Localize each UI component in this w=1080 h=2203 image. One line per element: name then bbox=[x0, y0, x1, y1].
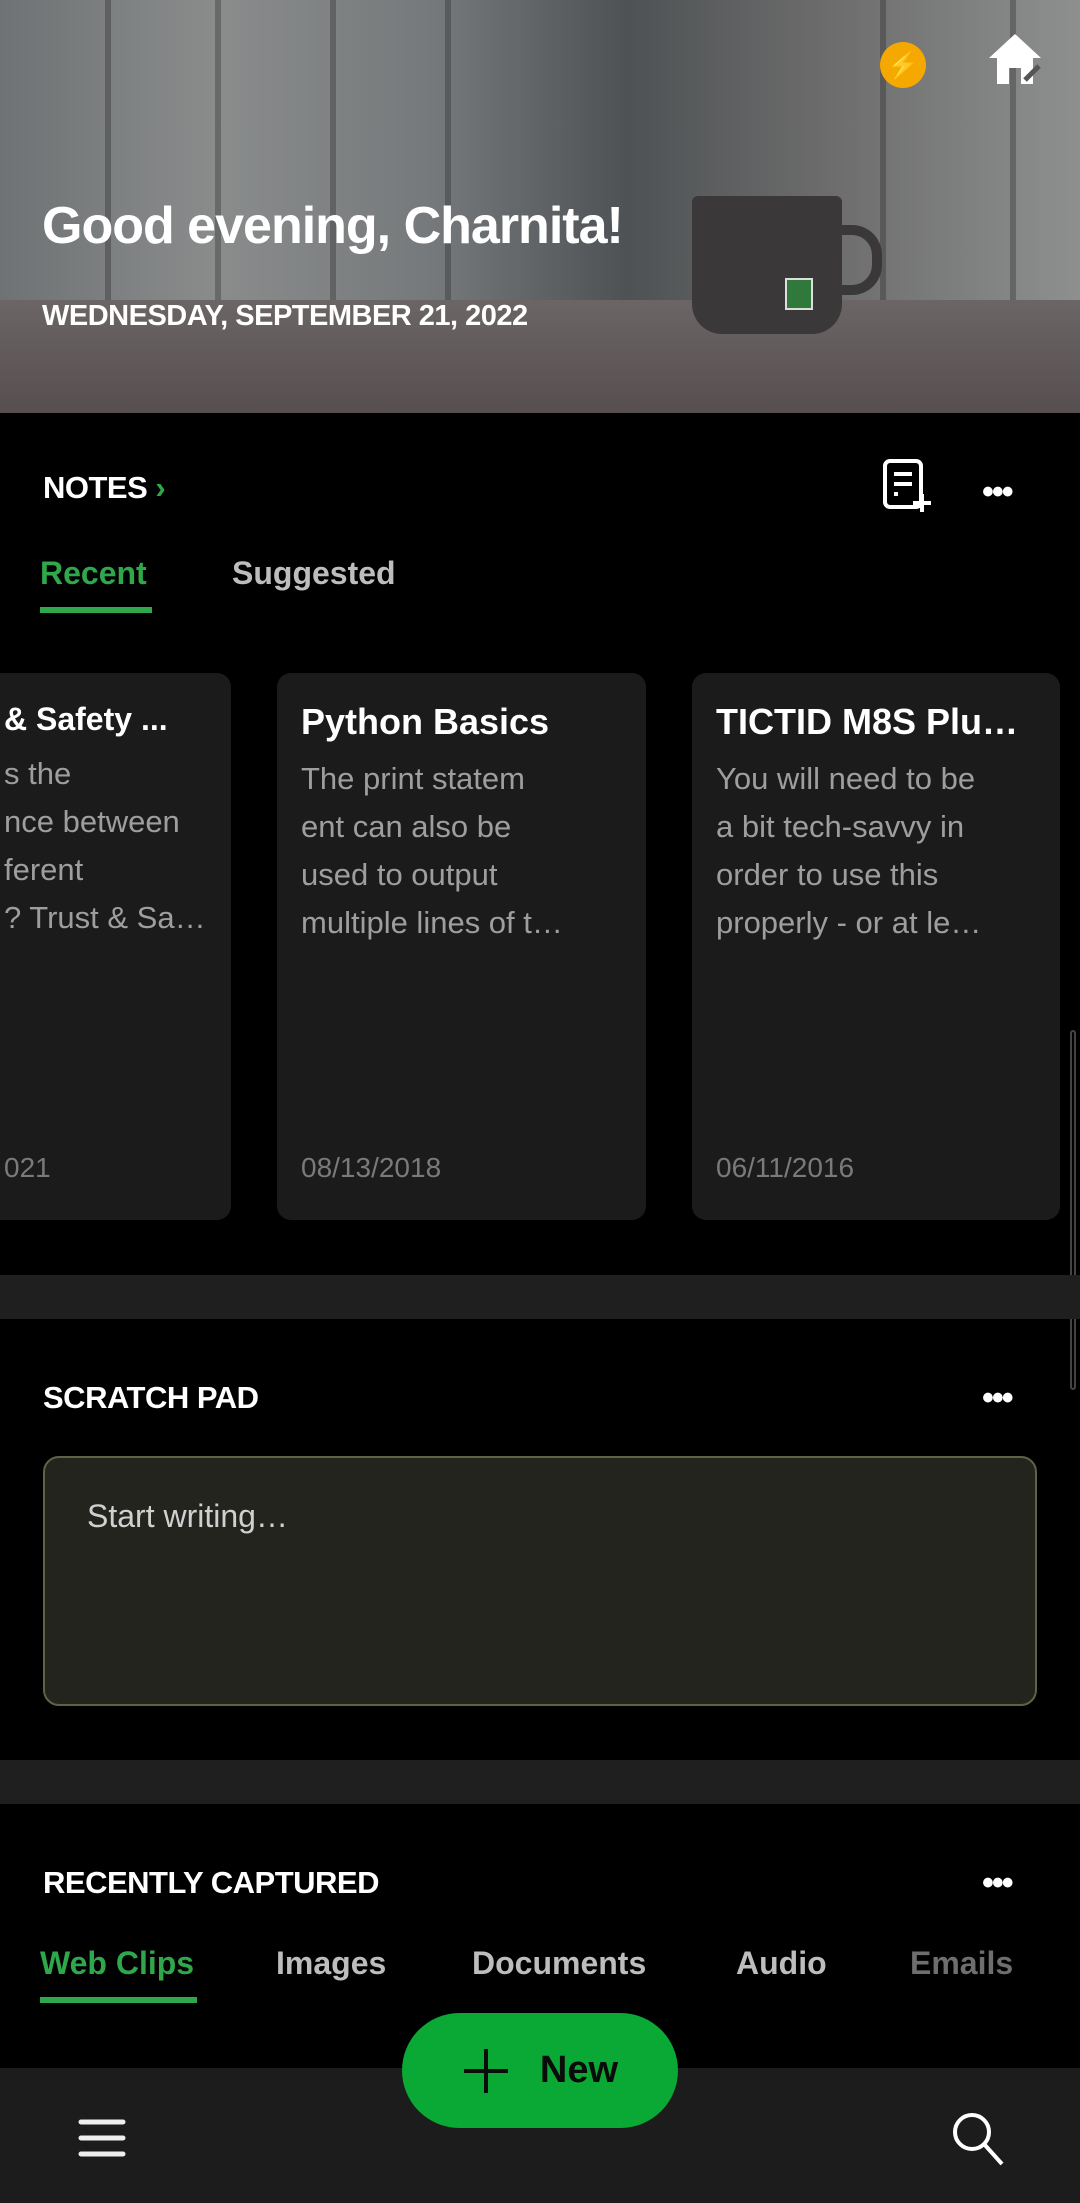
notes-more-icon[interactable]: ••• bbox=[982, 475, 1014, 509]
search-icon[interactable] bbox=[948, 2108, 1008, 2168]
tab-suggested[interactable]: Suggested bbox=[232, 555, 396, 592]
note-card[interactable]: & Safety ... s the nce between ferent ? … bbox=[0, 673, 231, 1220]
note-date: 021 bbox=[4, 1152, 51, 1183]
note-snippet: The print statem ent can also be used to… bbox=[301, 761, 563, 940]
scratch-pad-input[interactable]: Start writing… bbox=[43, 1456, 1037, 1706]
section-divider bbox=[0, 1275, 1080, 1319]
new-button-label: New bbox=[539, 2049, 619, 2091]
mug-image bbox=[692, 196, 842, 334]
notes-title[interactable]: NOTES › bbox=[43, 470, 166, 506]
tab-underline bbox=[40, 607, 152, 613]
tab-documents[interactable]: Documents bbox=[472, 1945, 646, 1982]
plus-icon bbox=[463, 2048, 508, 2093]
scratch-pad-title: SCRATCH PAD bbox=[43, 1380, 259, 1415]
recently-captured-title: RECENTLY CAPTURED bbox=[43, 1865, 380, 1900]
tab-web-clips[interactable]: Web Clips bbox=[40, 1945, 194, 1982]
note-card[interactable]: Python Basics The print statem ent can a… bbox=[277, 673, 646, 1220]
note-card[interactable]: TICTID M8S Plu… You will need to be a bi… bbox=[692, 673, 1060, 1220]
new-button[interactable]: New bbox=[402, 2013, 678, 2128]
greeting: Good evening, Charnita! bbox=[42, 197, 624, 255]
note-title: & Safety ... bbox=[4, 701, 168, 737]
tea-tag bbox=[785, 278, 813, 310]
tab-emails[interactable]: Emails bbox=[910, 1945, 1013, 1982]
note-snippet: s the nce between ferent ? Trust & Sa… bbox=[4, 756, 206, 935]
note-snippet: You will need to be a bit tech-savvy in … bbox=[716, 761, 982, 940]
new-note-icon[interactable] bbox=[882, 458, 932, 514]
scrollbar[interactable] bbox=[1070, 1030, 1076, 1390]
current-date: WEDNESDAY, SEPTEMBER 21, 2022 bbox=[42, 300, 528, 332]
note-title: Python Basics bbox=[301, 701, 550, 742]
tab-recent[interactable]: Recent bbox=[40, 555, 147, 592]
lightning-icon[interactable]: ⚡ bbox=[880, 42, 926, 88]
note-date: 08/13/2018 bbox=[301, 1152, 442, 1183]
tab-images[interactable]: Images bbox=[276, 1945, 386, 1982]
note-date: 06/11/2016 bbox=[716, 1152, 855, 1183]
scratch-pad-more-icon[interactable]: ••• bbox=[982, 1381, 1014, 1415]
note-title: TICTID M8S Plu… bbox=[716, 701, 1019, 742]
tab-underline bbox=[40, 1997, 197, 2003]
tab-audio[interactable]: Audio bbox=[736, 1945, 827, 1982]
menu-icon[interactable] bbox=[78, 2118, 126, 2158]
section-divider bbox=[0, 1760, 1080, 1804]
home-edit-icon[interactable] bbox=[985, 30, 1045, 90]
recently-captured-more-icon[interactable]: ••• bbox=[982, 1866, 1014, 1900]
chevron-right-icon: › bbox=[155, 470, 166, 505]
